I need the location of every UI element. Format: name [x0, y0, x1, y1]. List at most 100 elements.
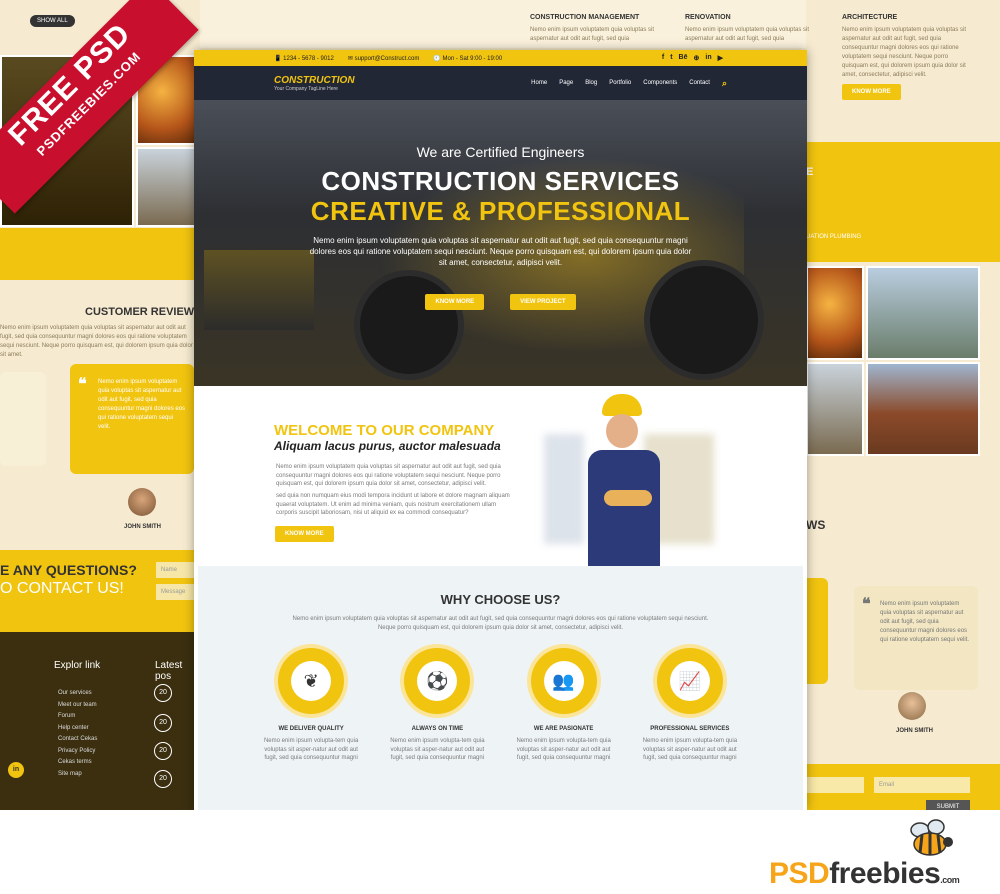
- message-input[interactable]: Message: [156, 584, 196, 600]
- menu-item-blog[interactable]: Blog: [585, 80, 597, 86]
- why-text: Nemo enim ipsum voluptatem quia voluptas…: [292, 616, 709, 631]
- service-title: ARCHITECTURE: [842, 14, 898, 21]
- quote-icon: ❝: [862, 596, 871, 613]
- date-badge: 20: [154, 770, 172, 788]
- service-text: Nemo enim ipsum voluptatem quia voluptas…: [842, 27, 967, 78]
- date-badge: 20: [154, 684, 172, 702]
- menu-item-components[interactable]: Components: [643, 80, 677, 86]
- social-links: f t Bē ⊕ in ▶: [662, 54, 723, 62]
- name-input[interactable]: Name: [156, 562, 196, 578]
- name-input[interactable]: [806, 777, 864, 793]
- customer-reviews-heading: CUSTOMER REVIEW: [85, 306, 195, 318]
- email-info: ✉ support@Construct.com: [347, 55, 420, 62]
- review-card-active: ❝ Nemo enim ipsum voluptatem quia volupt…: [70, 364, 194, 474]
- feature-circle: ⚽: [404, 648, 471, 714]
- hero-buttons: KNOW MORE VIEW PROJECT: [194, 294, 807, 310]
- menu-item-home[interactable]: Home: [531, 80, 547, 86]
- twitter-icon[interactable]: t: [670, 54, 672, 62]
- welcome-subtitle: Aliquam lacus purus, auctor malesuada: [274, 439, 501, 453]
- know-more-button[interactable]: KNOW MORE: [425, 294, 485, 310]
- avatar: [128, 488, 156, 516]
- feature-title: PROFESSIONAL SERVICES: [650, 726, 730, 732]
- avatar: [898, 692, 926, 720]
- reviews-heading-partial: WS: [806, 518, 826, 532]
- psdfreebies-logo[interactable]: PSDfreebies.com: [769, 857, 960, 891]
- worker-shirt: [588, 450, 660, 566]
- review-card: ❝ Nemo enim ipsum voluptatem quia volupt…: [854, 586, 978, 690]
- service-column-3: ARCHITECTURE Nemo enim ipsum voluptatem …: [842, 14, 982, 100]
- reviewer-name: JOHN SMITH: [124, 524, 162, 530]
- hero-wheel: [644, 260, 764, 380]
- linkedin-icon[interactable]: in: [705, 54, 711, 62]
- welcome-paragraph-1: Nemo enim ipsum voluptatem quia voluptas…: [276, 464, 501, 487]
- quote-text: Nemo enim ipsum voluptatem quia voluptas…: [98, 379, 186, 430]
- quote-icon: ❝: [78, 376, 87, 393]
- footer-link[interactable]: Cekas terms: [58, 757, 97, 769]
- hero-small-truck: [204, 250, 314, 330]
- feature-title: WE ARE PASIONATE: [533, 726, 594, 732]
- feature-title: ALWAYS ON TIME: [411, 726, 464, 732]
- logo-domain: .com: [940, 875, 960, 885]
- behance-icon[interactable]: Bē: [679, 54, 688, 62]
- facebook-icon[interactable]: f: [662, 54, 664, 62]
- yellow-band: [0, 228, 200, 280]
- email-input[interactable]: Email: [874, 777, 970, 793]
- service-column-1: CONSTRUCTION MANAGEMENT Nemo enim ipsum …: [530, 14, 670, 44]
- why-title: WHY CHOOSE US?: [440, 592, 561, 607]
- menu-item-contact[interactable]: Contact: [689, 80, 710, 86]
- logo-text: CONSTRUCTION: [274, 74, 355, 86]
- youtube-icon[interactable]: ▶: [718, 54, 723, 62]
- search-icon[interactable]: ⌕: [722, 78, 727, 89]
- worker-image: [534, 394, 734, 566]
- gallery-photo-3: [136, 147, 200, 227]
- feature-item: 📈 PROFESSIONAL SERVICES Nemo enim ipsum …: [640, 648, 740, 763]
- filter-nav: UATION PLUMBING: [806, 234, 862, 240]
- feature-item: ⚽ ALWAYS ON TIME Nemo enim ipsum volupta…: [387, 648, 487, 763]
- hero-section: We are Certified Engineers CONSTRUCTION …: [194, 100, 807, 386]
- footer-link[interactable]: Our services: [58, 688, 97, 700]
- dribbble-icon[interactable]: ⊕: [694, 54, 700, 62]
- linkedin-icon[interactable]: in: [8, 762, 24, 778]
- main-page: 📱 1234 - 5678 - 9012 ✉ support@Construct…: [194, 50, 807, 810]
- feature-item: ❦ WE DELIVER QUALITY Nemo enim ipsum vol…: [261, 648, 361, 763]
- phone-info: 📱 1234 - 5678 - 9012: [274, 55, 334, 62]
- menu-item-page[interactable]: Page: [559, 80, 573, 86]
- reviews-intro: Nemo enim ipsum voluptatem quia voluptas…: [0, 325, 193, 358]
- feature-circle: 📈: [656, 648, 723, 714]
- logo-tagline: Your Company TagLine Here: [274, 85, 338, 92]
- chart-icon: 📈: [669, 661, 710, 701]
- view-project-button[interactable]: VIEW PROJECT: [510, 294, 576, 310]
- explore-links: Our services Meet our team Forum Help ce…: [58, 688, 97, 780]
- hard-hat-icon: [602, 394, 642, 416]
- contact-heading: O CONTACT US!: [0, 580, 124, 597]
- leaf-icon: ❦: [291, 661, 332, 701]
- welcome-paragraph-2: sed quia non numquam eius modi tempora i…: [276, 493, 510, 516]
- submit-button[interactable]: SUBMIT: [926, 800, 970, 810]
- know-more-button[interactable]: KNOW MORE: [275, 526, 334, 542]
- hero-title: CONSTRUCTION SERVICES: [321, 166, 680, 196]
- phone-number: 1234 - 5678 - 9012: [283, 55, 334, 62]
- hero-subtitle: CREATIVE & PROFESSIONAL: [310, 196, 691, 226]
- menu-item-portfolio[interactable]: Portfolio: [609, 80, 631, 86]
- feature-text: Nemo enim ipsum volupta-tem quia volupta…: [390, 738, 485, 761]
- hours-info: 🕘 Mon - Sat 9:00 - 19:00: [433, 55, 503, 62]
- know-more-button[interactable]: KNOW MORE: [842, 84, 901, 100]
- gallery-photo-7: [866, 362, 980, 456]
- review-card-partial: [806, 578, 828, 684]
- yellow-band: [806, 142, 1000, 262]
- footer-link[interactable]: Site map: [58, 769, 97, 781]
- service-text: Nemo enim ipsum voluptatem quia voluptas…: [530, 27, 655, 42]
- footer-link[interactable]: Privacy Policy: [58, 746, 97, 758]
- worker-gloves: [604, 490, 652, 506]
- email-address[interactable]: support@Construct.com: [355, 56, 420, 62]
- footer-link[interactable]: Meet our team: [58, 700, 97, 712]
- bee-logo-icon: [910, 819, 953, 856]
- logo[interactable]: CONSTRUCTION Your Company TagLine Here: [274, 75, 355, 92]
- feature-text: Nemo enim ipsum volupta-tem quia volupta…: [516, 738, 611, 761]
- footer-link[interactable]: Help center: [58, 723, 97, 735]
- footer-link[interactable]: Forum: [58, 711, 97, 723]
- footer-link[interactable]: Contact Cekas: [58, 734, 97, 746]
- date-badge: 20: [154, 742, 172, 760]
- show-all-pill[interactable]: SHOW ALL: [30, 15, 75, 27]
- gallery-photo-5: [866, 266, 980, 360]
